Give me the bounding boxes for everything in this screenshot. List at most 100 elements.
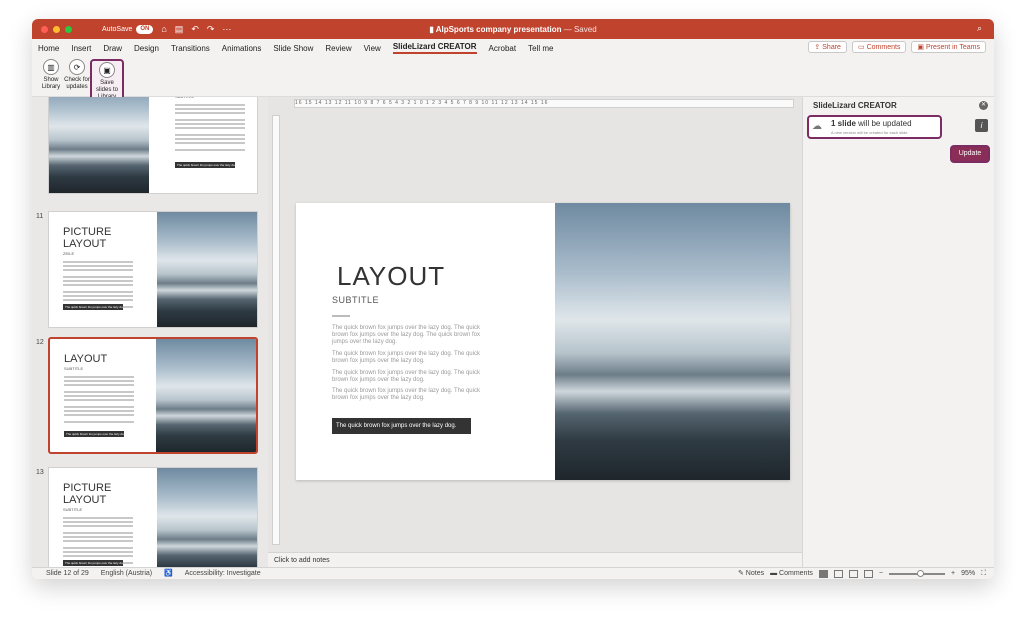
slide-paragraph[interactable]: The quick brown fox jumps over the lazy … <box>332 351 484 365</box>
horizontal-ruler: 16 15 14 13 12 11 10 9 8 7 6 5 4 3 2 1 0… <box>294 99 794 108</box>
redo-icon[interactable]: ↷ <box>207 24 215 35</box>
accessibility-check[interactable]: ♿ Accessibility: Investigate <box>164 570 271 577</box>
search-icon[interactable]: ⌕ <box>977 23 982 34</box>
slide-caption-bar[interactable]: The quick brown fox jumps over the lazy … <box>332 418 471 434</box>
fit-to-window-icon[interactable]: ⛶ <box>981 568 986 579</box>
update-button[interactable]: Update <box>950 145 990 163</box>
thumbnail-picture <box>49 97 149 193</box>
thumbnail-text-lines <box>63 261 133 310</box>
home-icon[interactable]: ⌂ <box>161 24 166 34</box>
thumbnail-text-lines <box>64 376 134 425</box>
share-button[interactable]: ⇪ Share <box>808 41 847 53</box>
tab-acrobat[interactable]: Acrobat <box>489 44 517 53</box>
close-icon[interactable]: ✕ <box>979 101 988 110</box>
zoom-window-button[interactable] <box>65 25 72 33</box>
slide-thumbnail[interactable]: PICTURE LAYOUT SUBTITLE The quick brown fo… <box>48 467 258 567</box>
powerpoint-window: AutoSave ON ⌂ ▤ ↶ ↷ ⋯ ▮ AlpSports compan… <box>32 19 994 579</box>
slide-thumbnails[interactable]: LAYOUTSUBTITLEThe quick brown fox jumps … <box>32 97 268 567</box>
more-icon[interactable]: ⋯ <box>222 24 231 35</box>
tab-draw[interactable]: Draw <box>103 44 122 53</box>
tab-insert[interactable]: Insert <box>71 44 91 53</box>
reading-view-icon[interactable] <box>848 570 858 578</box>
comments-button[interactable]: ▭ Comments <box>851 41 907 53</box>
update-hint: A new version will be created for each s… <box>831 130 908 135</box>
tab-home[interactable]: Home <box>38 44 59 53</box>
thumbnail-text-lines <box>63 517 133 566</box>
tab-view[interactable]: View <box>364 44 381 53</box>
autosave-label: AutoSave <box>102 25 133 33</box>
thumbnail-caption-bar: The quick brown fox jumps over the lazy … <box>64 431 124 437</box>
thumbnail-number: 12 <box>36 339 44 346</box>
slide-thumbnail[interactable]: LAYOUTSUBTITLEThe quick brown fox jumps … <box>48 337 258 454</box>
slide-thumbnail[interactable]: LAYOUTSUBTITLEThe quick brown fox jumps … <box>48 97 258 194</box>
tab-transitions[interactable]: Transitions <box>171 44 210 53</box>
info-button[interactable]: i <box>975 119 988 132</box>
zoom-level[interactable]: 95% <box>961 568 975 579</box>
ribbon-actions: ⇪ Share ▭ Comments ▣ Present in Teams <box>808 41 986 53</box>
tab-slidelizard-creator[interactable]: SlideLizard CREATOR <box>392 42 477 54</box>
thumbnail-caption-bar: The quick brown fox jumps over the lazy … <box>175 162 235 168</box>
slide-paragraph[interactable]: The quick brown fox jumps over the lazy … <box>332 388 484 402</box>
thumbnail-picture <box>156 339 256 452</box>
tab-review[interactable]: Review <box>325 44 351 53</box>
language[interactable]: English (Austria) <box>101 570 152 577</box>
undo-icon[interactable]: ↶ <box>191 24 199 35</box>
pane-title: SlideLizard CREATOR <box>813 101 897 110</box>
present-in-teams-button[interactable]: ▣ Present in Teams <box>911 41 986 53</box>
title-bar: AutoSave ON ⌂ ▤ ↶ ↷ ⋯ ▮ AlpSports compan… <box>32 19 994 39</box>
check-updates-label: Check for updates <box>64 77 90 90</box>
status-left: Slide 12 of 29 English (Austria) ♿ Acces… <box>46 568 281 579</box>
tell-me-search[interactable]: Tell me <box>528 44 553 53</box>
thumbnail-subtitle: SUBTITLE <box>63 507 83 512</box>
zoom-out-icon[interactable]: − <box>879 568 883 579</box>
slide-picture[interactable] <box>555 203 790 480</box>
autosave-toggle[interactable]: ON <box>136 24 154 34</box>
normal-view-icon[interactable] <box>818 570 828 578</box>
zoom-slider[interactable] <box>888 570 945 577</box>
thumbnail-title: PICTURE LAYOUT <box>63 226 112 250</box>
thumbnail-title: PICTURE LAYOUT <box>63 482 112 506</box>
thumbnail-subtitle: SUBTITLE <box>64 366 84 371</box>
tab-animations[interactable]: Animations <box>222 44 262 53</box>
tab-slide-show[interactable]: Slide Show <box>273 44 313 53</box>
slidelizard-pane: SlideLizard CREATOR ✕ ☁ 1 slide will be … <box>802 97 994 567</box>
thumbnail-number: 11 <box>36 213 44 220</box>
update-suffix: will be updated <box>858 119 912 128</box>
document-icon: ▮ <box>429 24 434 34</box>
update-summary: ☁ 1 slide will be updated A new version … <box>807 115 942 139</box>
minimize-window-button[interactable] <box>53 25 60 33</box>
traffic-lights: AutoSave ON ⌂ ▤ ↶ ↷ ⋯ <box>32 24 231 35</box>
slide-title[interactable]: LAYOUT <box>337 261 445 292</box>
present-label: Present in Teams <box>926 44 980 51</box>
share-label: Share <box>822 44 841 51</box>
slide-paragraph[interactable]: The quick brown fox jumps over the lazy … <box>332 325 484 346</box>
teams-icon: ▣ <box>917 44 925 51</box>
comment-icon: ▭ <box>857 44 865 51</box>
check-updates-button[interactable]: ⟳ Check for updates <box>62 59 92 91</box>
accessibility-label: Accessibility: Investigate <box>184 570 261 577</box>
save-icon[interactable]: ▤ <box>175 24 184 35</box>
slide-thumbnail[interactable]: PICTURE LAYOUT ZEILE The quick brown fox j… <box>48 211 258 328</box>
slide-sorter-icon[interactable] <box>833 570 843 578</box>
slide-editor: 16 15 14 13 12 11 10 9 8 7 6 5 4 3 2 1 0… <box>268 97 802 567</box>
document-name: AlpSports company presentation <box>435 24 562 34</box>
thumbnail-text-lines <box>175 104 245 153</box>
thumbnail-caption-bar: The quick brown fox jumps over the lazy … <box>63 560 123 566</box>
share-icon: ⇪ <box>814 44 821 51</box>
slide-subtitle[interactable]: SUBTITLE <box>332 295 379 305</box>
tab-design[interactable]: Design <box>134 44 159 53</box>
saved-status: — Saved <box>563 24 597 34</box>
accessibility-icon: ♿ <box>164 570 175 577</box>
comments-toggle[interactable]: ▬ Comments <box>770 568 813 579</box>
slide-paragraph[interactable]: The quick brown fox jumps over the lazy … <box>332 370 484 384</box>
slideshow-view-icon[interactable] <box>863 570 873 578</box>
thumbnail-subtitle: ZEILE <box>63 251 75 256</box>
vertical-ruler <box>272 115 280 545</box>
notes-area[interactable]: Click to add notes <box>268 552 802 567</box>
close-window-button[interactable] <box>41 25 48 33</box>
thumbnail-picture <box>157 468 257 567</box>
zoom-slider-knob[interactable] <box>916 570 924 577</box>
current-slide[interactable]: LAYOUT SUBTITLE The quick brown fox jump… <box>296 203 790 480</box>
notes-toggle[interactable]: ✎ Notes <box>738 568 764 579</box>
zoom-in-icon[interactable]: + <box>951 568 955 579</box>
